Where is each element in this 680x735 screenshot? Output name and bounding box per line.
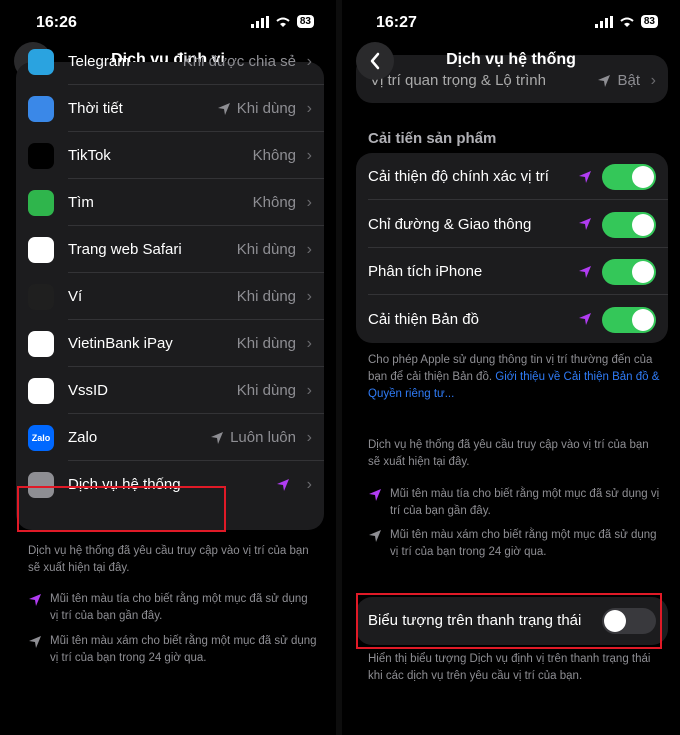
- vssid-icon: [28, 377, 54, 404]
- location-arrow-purple-icon: [369, 489, 381, 501]
- list-item[interactable]: Zalo Zalo Luôn luôn ›: [16, 414, 324, 461]
- app-list: Telegram Khi được chia sẻ › Thời tiết Khi dù…: [16, 48, 324, 530]
- telegram-icon: [28, 48, 54, 75]
- location-arrow-purple-icon: [277, 478, 289, 491]
- chevron-right-icon: ›: [306, 475, 312, 493]
- toggle-row[interactable]: Cải thiện Bản đồ: [356, 296, 668, 343]
- product-toggles-card: Cải thiện độ chính xác vị trí Chỉ đường &…: [356, 153, 668, 343]
- chevron-right-icon: ›: [306, 287, 312, 305]
- legend-purple: Mũi tên màu tía cho biết rằng một mục đã…: [28, 591, 318, 625]
- toggle-switch[interactable]: [602, 306, 656, 333]
- location-arrow-purple-icon: [579, 265, 591, 278]
- highlight-box: [356, 593, 662, 649]
- toggle-row[interactable]: Chỉ đường & Giao thông: [356, 201, 668, 248]
- zalo-icon: Zalo: [28, 424, 54, 451]
- battery-indicator: 83: [296, 15, 314, 28]
- location-arrow-purple-icon: [579, 313, 591, 325]
- navigation-bar: Dịch vụ hệ thống: [342, 42, 680, 82]
- list-item[interactable]: Tìm Không ›: [16, 179, 324, 226]
- status-time: 16:27: [376, 14, 417, 31]
- safari-icon: [28, 236, 54, 263]
- chevron-right-icon: ›: [306, 193, 312, 211]
- status-bar: 16:27 83: [342, 12, 680, 36]
- wallet-icon: [28, 283, 54, 310]
- statusbar-note: Hiển thị biểu tượng Dịch vụ định vị trên…: [368, 653, 651, 682]
- list-item[interactable]: Ví Khi dùng ›: [16, 273, 324, 320]
- chevron-right-icon: ›: [306, 52, 312, 70]
- toggle-row[interactable]: Cải thiện độ chính xác vị trí: [356, 153, 668, 200]
- location-arrow-gray-icon: [211, 431, 224, 444]
- list-item[interactable]: VssID Khi dùng ›: [16, 367, 324, 414]
- weather-icon: [28, 95, 54, 122]
- list-item[interactable]: TikTok Không ›: [16, 132, 324, 179]
- left-screen: 16:26 83 Dịch vụ định vị Telegram Khi đượ…: [0, 0, 336, 735]
- chevron-right-icon: ›: [306, 334, 312, 352]
- battery-indicator: 83: [640, 15, 658, 28]
- tiktok-icon: [28, 142, 54, 169]
- legend-gray: Mũi tên màu xám cho biết rằng một mục đã…: [28, 633, 318, 667]
- highlight-box: [17, 486, 226, 532]
- signal-icon: [594, 15, 613, 28]
- legend-purple: Mũi tên màu tía cho biết rằng một mục đã…: [368, 486, 662, 520]
- list-item[interactable]: Thời tiết Khi dùng ›: [16, 85, 324, 132]
- toggle-switch[interactable]: [602, 164, 656, 190]
- signal-icon: [250, 15, 269, 28]
- location-arrow-gray-icon: [369, 530, 381, 542]
- system-note: Dịch vụ hệ thống đã yêu cầu truy cập vào…: [368, 439, 649, 468]
- list-item[interactable]: VietinBank iPay Khi dùng ›: [16, 320, 324, 367]
- wifi-icon: [620, 17, 634, 27]
- chevron-right-icon: ›: [306, 240, 312, 258]
- toggle-switch[interactable]: [602, 259, 656, 285]
- location-arrow-purple-icon: [29, 594, 41, 606]
- vietinbank-icon: [28, 330, 54, 357]
- chevron-right-icon: ›: [306, 146, 312, 164]
- location-arrow-purple-icon: [579, 218, 591, 230]
- product-note: Cho phép Apple sử dụng thông tin vị trí …: [368, 354, 660, 400]
- chevron-right-icon: ›: [306, 99, 312, 117]
- status-bar: 16:26 83: [0, 12, 336, 36]
- toggle-switch[interactable]: [602, 211, 656, 238]
- footer-note: Dịch vụ hệ thống đã yêu cầu truy cập vào…: [28, 545, 309, 574]
- list-item[interactable]: Telegram Khi được chia sẻ ›: [16, 38, 324, 85]
- page-title: Dịch vụ hệ thống: [446, 51, 576, 68]
- section-title: Cải tiến sản phẩm: [368, 130, 497, 147]
- list-item[interactable]: Trang web Safari Khi dùng ›: [16, 226, 324, 273]
- legend-gray: Mũi tên màu xám cho biết rằng một mục đã…: [368, 527, 662, 561]
- toggle-row[interactable]: Phân tích iPhone: [356, 248, 668, 295]
- wifi-icon: [276, 17, 290, 27]
- right-screen: 16:27 83 Vị trí quan trọng & Lộ trình Bậ…: [342, 0, 680, 735]
- find-my-icon: [28, 189, 54, 216]
- chevron-right-icon: ›: [306, 381, 312, 399]
- status-time: 16:26: [36, 14, 77, 31]
- location-arrow-purple-icon: [579, 170, 591, 183]
- location-arrow-gray-icon: [29, 636, 41, 648]
- chevron-right-icon: ›: [306, 428, 312, 446]
- location-arrow-gray-icon: [217, 102, 230, 115]
